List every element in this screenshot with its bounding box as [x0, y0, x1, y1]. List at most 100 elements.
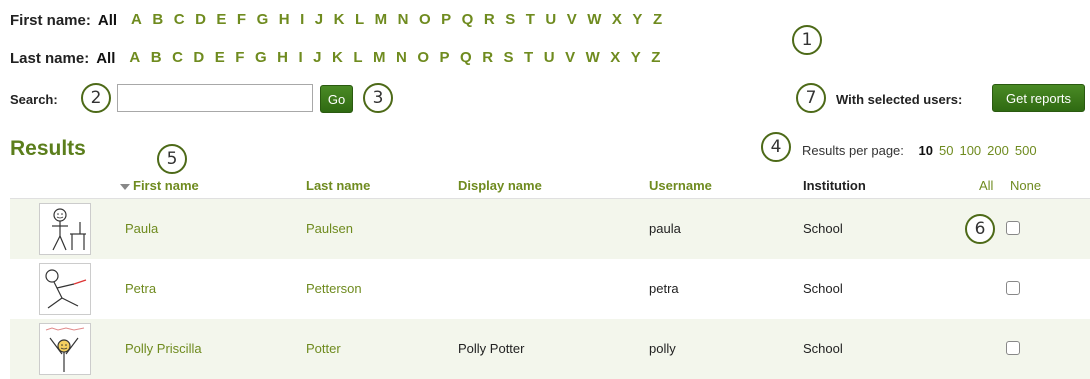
first-name-letter-l[interactable]: L — [355, 11, 364, 28]
callout-marker: 1 — [792, 25, 822, 55]
results-per-page-option-200[interactable]: 200 — [987, 143, 1009, 158]
results-per-page-option-500[interactable]: 500 — [1015, 143, 1037, 158]
last-name-letter-j[interactable]: J — [313, 49, 321, 66]
row-select-checkbox[interactable] — [1006, 281, 1020, 295]
first-name-letter-d[interactable]: D — [195, 11, 206, 28]
select-all-link[interactable]: All — [979, 178, 993, 193]
institution-cell: School — [803, 221, 843, 236]
first-name-letter-y[interactable]: Y — [632, 11, 642, 28]
stick-figure-sitting-icon — [39, 263, 91, 315]
row-select-checkbox[interactable] — [1006, 341, 1020, 355]
last-name-cell[interactable]: Petterson — [306, 259, 362, 319]
results-per-page-option-100[interactable]: 100 — [959, 143, 981, 158]
last-name-letter-g[interactable]: G — [255, 49, 267, 66]
last-name-cell[interactable]: Potter — [306, 319, 341, 379]
last-name-letter-f[interactable]: F — [235, 49, 244, 66]
last-name-letter-q[interactable]: Q — [460, 49, 472, 66]
first-name-letter-q[interactable]: Q — [462, 11, 474, 28]
last-name-cell[interactable]: Paulsen — [306, 199, 353, 259]
first-name-letter-r[interactable]: R — [484, 11, 495, 28]
with-selected-users-label: With selected users: — [836, 92, 963, 107]
first-name-filter: First name: All ABCDEFGHIJKLMNOPQRSTUVWX… — [10, 8, 673, 32]
first-name-cell[interactable]: Polly Priscilla — [125, 319, 202, 379]
results-per-page-option-10[interactable]: 10 — [919, 143, 933, 158]
column-header-first-name[interactable]: First name — [120, 178, 199, 193]
first-name-letter-k[interactable]: K — [334, 11, 345, 28]
last-name-letter-y[interactable]: Y — [631, 49, 641, 66]
callout-marker: 5 — [157, 144, 187, 174]
last-name-letter-d[interactable]: D — [193, 49, 204, 66]
first-name-filter-all[interactable]: All — [98, 12, 117, 29]
last-name-letter-c[interactable]: C — [172, 49, 183, 66]
stick-figure-desk-icon — [39, 203, 91, 255]
first-name-letter-i[interactable]: I — [300, 11, 304, 28]
column-header-last-name[interactable]: Last name — [306, 178, 370, 193]
last-name-filter: Last name: All ABCDEFGHIJKLMNOPQRSTUVWXY… — [10, 46, 671, 70]
row-select-checkbox[interactable] — [1006, 221, 1020, 235]
get-reports-button[interactable]: Get reports — [992, 84, 1085, 112]
last-name-letter-l[interactable]: L — [353, 49, 362, 66]
last-name-letter-a[interactable]: A — [129, 49, 140, 66]
first-name-letter-m[interactable]: M — [375, 11, 388, 28]
first-name-letter-p[interactable]: P — [441, 11, 451, 28]
first-name-letter-j[interactable]: J — [315, 11, 323, 28]
table-row: Polly Priscilla Potter Polly Potter poll… — [10, 319, 1090, 379]
first-name-letter-v[interactable]: V — [567, 11, 577, 28]
last-name-letter-x[interactable]: X — [610, 49, 620, 66]
first-name-letter-b[interactable]: B — [152, 11, 163, 28]
results-per-page-label: Results per page: — [802, 143, 904, 158]
go-button[interactable]: Go — [320, 85, 353, 113]
last-name-letter-w[interactable]: W — [586, 49, 600, 66]
last-name-letter-n[interactable]: N — [396, 49, 407, 66]
search-input[interactable] — [117, 84, 313, 112]
last-name-letter-v[interactable]: V — [565, 49, 575, 66]
last-name-filter-label: Last name: — [10, 49, 90, 67]
results-heading: Results — [10, 137, 86, 160]
first-name-letter-w[interactable]: W — [587, 11, 601, 28]
first-name-letter-c[interactable]: C — [174, 11, 185, 28]
first-name-cell[interactable]: Paula — [125, 199, 158, 259]
last-name-letter-u[interactable]: U — [544, 49, 555, 66]
first-name-letter-f[interactable]: F — [237, 11, 246, 28]
first-name-letter-n[interactable]: N — [398, 11, 409, 28]
sort-down-icon — [120, 183, 130, 190]
search-label: Search: — [10, 92, 58, 107]
last-name-letter-m[interactable]: M — [373, 49, 386, 66]
username-cell: petra — [649, 281, 679, 296]
results-per-page-option-50[interactable]: 50 — [939, 143, 953, 158]
select-none-link[interactable]: None — [1010, 178, 1041, 193]
institution-cell: School — [803, 341, 843, 356]
callout-marker: 2 — [81, 83, 111, 113]
first-name-letter-h[interactable]: H — [279, 11, 290, 28]
last-name-letter-i[interactable]: I — [298, 49, 302, 66]
first-name-cell[interactable]: Petra — [125, 259, 156, 319]
column-header-institution: Institution — [803, 178, 866, 193]
last-name-filter-all[interactable]: All — [96, 50, 115, 67]
first-name-letter-o[interactable]: O — [419, 11, 431, 28]
last-name-letter-o[interactable]: O — [417, 49, 429, 66]
last-name-letter-h[interactable]: H — [277, 49, 288, 66]
first-name-letter-u[interactable]: U — [545, 11, 556, 28]
last-name-letter-z[interactable]: Z — [651, 49, 660, 66]
column-header-display-name[interactable]: Display name — [458, 178, 542, 193]
callout-marker: 7 — [796, 83, 826, 113]
last-name-letter-e[interactable]: E — [215, 49, 225, 66]
last-name-letter-r[interactable]: R — [482, 49, 493, 66]
first-name-letter-s[interactable]: S — [505, 11, 515, 28]
callout-marker: 3 — [363, 83, 393, 113]
column-header-username[interactable]: Username — [649, 178, 712, 193]
last-name-letter-t[interactable]: T — [524, 49, 533, 66]
last-name-letter-s[interactable]: S — [504, 49, 514, 66]
first-name-letter-t[interactable]: T — [526, 11, 535, 28]
username-cell: paula — [649, 221, 681, 236]
first-name-letter-a[interactable]: A — [131, 11, 142, 28]
first-name-letter-x[interactable]: X — [612, 11, 622, 28]
first-name-letters: ABCDEFGHIJKLMNOPQRSTUVWXYZ — [131, 11, 673, 29]
first-name-letter-e[interactable]: E — [216, 11, 226, 28]
first-name-letter-z[interactable]: Z — [653, 11, 662, 28]
last-name-letter-k[interactable]: K — [332, 49, 343, 66]
first-name-letter-g[interactable]: G — [257, 11, 269, 28]
column-header-first-name-label: First name — [133, 178, 199, 193]
last-name-letter-b[interactable]: B — [151, 49, 162, 66]
last-name-letter-p[interactable]: P — [440, 49, 450, 66]
